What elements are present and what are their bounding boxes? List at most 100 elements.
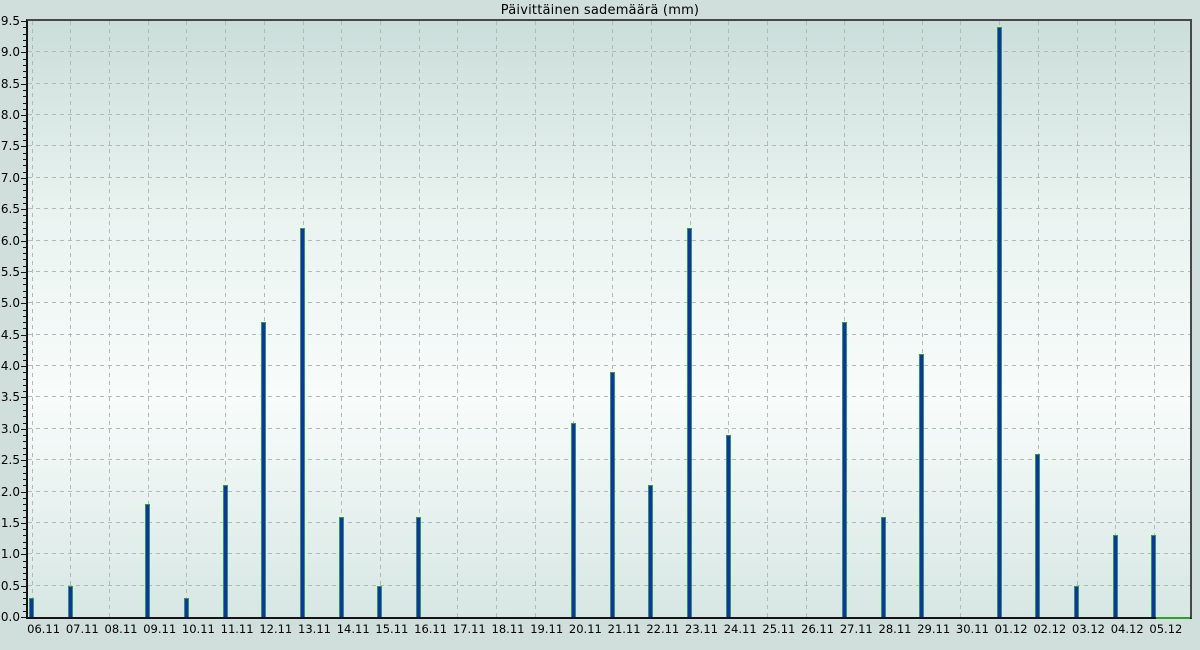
bar [687, 228, 692, 617]
y-minor-tick [23, 423, 26, 424]
x-tick-label: 20.11 [569, 622, 602, 636]
y-tick-label: 0.5 [0, 579, 20, 593]
y-minor-tick [23, 46, 26, 47]
bar [261, 322, 266, 617]
bar [1074, 586, 1079, 617]
y-minor-tick [23, 234, 26, 235]
x-tick-label: 27.11 [840, 622, 873, 636]
y-minor-tick [23, 71, 26, 72]
y-minor-tick [23, 573, 26, 574]
x-tick-label: 16.11 [414, 622, 447, 636]
y-minor-tick [23, 228, 26, 229]
y-minor-tick [23, 341, 26, 342]
x-tick-label: 06.11 [27, 622, 60, 636]
y-minor-tick [23, 253, 26, 254]
y-major-tick [21, 460, 26, 461]
x-tick-label: 18.11 [492, 622, 525, 636]
y-major-tick [21, 272, 26, 273]
bar [339, 517, 344, 617]
y-minor-tick [23, 372, 26, 373]
y-tick-label: 1.5 [0, 516, 20, 530]
y-tick-label: 5.5 [0, 265, 20, 279]
bar [571, 423, 576, 617]
y-minor-tick [23, 535, 26, 536]
y-minor-tick [23, 266, 26, 267]
bar [610, 372, 615, 617]
bar [377, 586, 382, 617]
x-tick-label: 13.11 [298, 622, 331, 636]
y-minor-tick [23, 548, 26, 549]
y-minor-tick [23, 454, 26, 455]
y-minor-tick [23, 103, 26, 104]
y-major-tick [21, 397, 26, 398]
y-minor-tick [23, 592, 26, 593]
x-tick-label: 10.11 [182, 622, 215, 636]
chart-canvas: Päivittäinen sademäärä (mm) 0.00.51.01.5… [0, 0, 1200, 650]
y-tick-label: 4.5 [0, 328, 20, 342]
y-minor-tick [23, 215, 26, 216]
y-minor-tick [23, 203, 26, 204]
bar [1113, 535, 1118, 617]
y-major-tick [21, 115, 26, 116]
y-minor-tick [23, 611, 26, 612]
x-tick-label: 08.11 [105, 622, 138, 636]
x-tick-label: 05.12 [1149, 622, 1182, 636]
x-tick-label: 02.12 [1033, 622, 1066, 636]
x-tick-label: 07.11 [66, 622, 99, 636]
x-tick-label: 09.11 [143, 622, 176, 636]
y-tick-label: 6.5 [0, 202, 20, 216]
y-minor-tick [23, 291, 26, 292]
y-major-tick [21, 303, 26, 304]
y-minor-tick [23, 247, 26, 248]
y-minor-tick [23, 96, 26, 97]
y-minor-tick [23, 159, 26, 160]
y-major-tick [21, 52, 26, 53]
bar [29, 598, 34, 617]
y-minor-tick [23, 172, 26, 173]
y-minor-tick [23, 510, 26, 511]
x-tick-label: 19.11 [530, 622, 563, 636]
bar [223, 485, 228, 617]
bar [416, 517, 421, 617]
bar [997, 27, 1002, 617]
y-minor-tick [23, 184, 26, 185]
y-minor-tick [23, 27, 26, 28]
x-tick-label: 22.11 [646, 622, 679, 636]
bar [68, 586, 73, 617]
y-minor-tick [23, 379, 26, 380]
y-minor-tick [23, 322, 26, 323]
y-minor-tick [23, 448, 26, 449]
y-major-tick [21, 523, 26, 524]
x-tick-label: 11.11 [221, 622, 254, 636]
x-tick-label: 03.12 [1072, 622, 1105, 636]
bar [184, 598, 189, 617]
x-tick-label: 17.11 [453, 622, 486, 636]
y-tick-label: 2.0 [0, 485, 20, 499]
y-tick-label: 9.0 [0, 45, 20, 59]
axis-end-green-segment [1156, 617, 1190, 619]
x-tick-label: 28.11 [879, 622, 912, 636]
y-tick-label: 4.0 [0, 359, 20, 373]
y-minor-tick [23, 504, 26, 505]
y-minor-tick [23, 65, 26, 66]
y-minor-tick [23, 561, 26, 562]
y-minor-tick [23, 34, 26, 35]
y-tick-label: 2.5 [0, 453, 20, 467]
x-tick-label: 04.12 [1111, 622, 1144, 636]
y-minor-tick [23, 604, 26, 605]
y-minor-tick [23, 310, 26, 311]
y-major-tick [21, 366, 26, 367]
y-major-tick [21, 554, 26, 555]
y-minor-tick [23, 259, 26, 260]
y-tick-label: 8.5 [0, 77, 20, 91]
y-minor-tick [23, 466, 26, 467]
chart-title: Päivittäinen sademäärä (mm) [0, 3, 1200, 18]
y-tick-label: 6.0 [0, 234, 20, 248]
y-major-tick [21, 146, 26, 147]
y-minor-tick [23, 354, 26, 355]
y-major-tick [21, 429, 26, 430]
y-minor-tick [23, 109, 26, 110]
x-tick-label: 23.11 [685, 622, 718, 636]
x-tick-label: 01.12 [995, 622, 1028, 636]
y-minor-tick [23, 347, 26, 348]
